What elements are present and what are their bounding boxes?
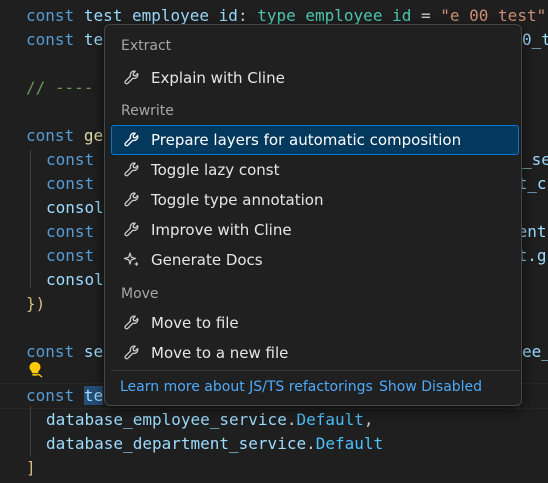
identifier: te [83, 386, 104, 405]
identifier: consol [46, 270, 104, 289]
indent-guide [30, 406, 31, 456]
menu-item-label: Move to a new file [151, 344, 289, 362]
identifier: ge [83, 126, 104, 145]
operator: = [411, 6, 441, 25]
punct: . [306, 434, 316, 453]
code-line-8: const [46, 172, 94, 196]
code-line-6: const ge [26, 124, 103, 148]
menu-item-prepare-layers[interactable]: Prepare layers for automatic composition [111, 125, 519, 155]
learn-more-link[interactable]: Learn more about JS/TS refactorings [120, 379, 373, 395]
group-label-extract: Extract [121, 38, 172, 54]
identifier: consol [46, 198, 104, 217]
code-line-9: consol [46, 196, 104, 220]
keyword: const [26, 342, 75, 361]
group-label-rewrite: Rewrite [121, 103, 174, 119]
code-line-10: const [46, 220, 94, 244]
keyword: const [46, 222, 95, 241]
wrench-icon [121, 67, 143, 89]
menu-footer: Learn more about JS/TS refactorings Show… [105, 379, 521, 399]
property: Default [315, 434, 384, 453]
refactor-context-menu: Extract Explain with Cline Rewrite Prepa… [104, 24, 522, 406]
identifier: _ser [522, 150, 548, 169]
indent-guide [30, 150, 31, 288]
menu-item-label: Prepare layers for automatic composition [151, 131, 462, 149]
code-line-2: const te [26, 28, 103, 52]
identifier: database_department_service [46, 434, 307, 453]
code-line-20: ] [26, 456, 36, 480]
code-line-4: // ---- [26, 76, 93, 100]
identifier: database_employee_service [46, 410, 287, 429]
menu-item-toggle-lazy-const[interactable]: Toggle lazy const [111, 155, 519, 185]
menu-item-label: Toggle lazy const [151, 161, 280, 179]
wrench-icon [121, 342, 143, 364]
keyword: const [46, 150, 95, 169]
keyword: const [26, 126, 75, 145]
menu-item-explain-with-cline[interactable]: Explain with Cline [111, 63, 519, 93]
menu-item-toggle-type-annotation[interactable]: Toggle type annotation [111, 185, 519, 215]
keyword: const [26, 386, 75, 405]
code-line-7-tail: _ser [522, 148, 548, 172]
lightbulb-icon[interactable] [26, 360, 44, 378]
menu-item-move-to-file[interactable]: Move to file [111, 308, 519, 338]
property: Default [296, 410, 364, 429]
code-line-17: const te [26, 384, 104, 408]
identifier: se [83, 342, 104, 361]
brace: }) [26, 294, 46, 313]
menu-item-generate-docs[interactable]: Generate Docs [111, 245, 519, 275]
menu-item-move-to-new-file[interactable]: Move to a new file [111, 338, 519, 368]
code-line-7: const [46, 148, 94, 172]
code-line-13: }) [26, 292, 45, 316]
string-literal: "e_00_test" [440, 6, 547, 25]
wrench-icon [121, 129, 143, 151]
wrench-icon [121, 312, 143, 334]
identifier: ee_s [522, 342, 548, 361]
menu-item-label: Toggle type annotation [151, 191, 324, 209]
code-line-11: const [46, 244, 94, 268]
code-line-12: consol [46, 268, 104, 292]
menu-item-label: Explain with Cline [151, 69, 285, 87]
menu-item-label: Move to file [151, 314, 239, 332]
comment: // ---- [26, 78, 94, 97]
type-name: type_employee_id [257, 6, 412, 25]
punct: , [363, 410, 374, 429]
menu-item-label: Generate Docs [151, 251, 263, 269]
code-line-2-tail: 0_te [522, 28, 548, 52]
code-line-18: database_employee_service.Default, [46, 408, 374, 432]
keyword: const [46, 174, 95, 193]
menu-separator [111, 370, 519, 371]
keyword: const [26, 30, 75, 49]
identifier: te [83, 30, 104, 49]
show-disabled-link[interactable]: Show Disabled [379, 379, 482, 395]
menu-item-improve-with-cline[interactable]: Improve with Cline [111, 215, 519, 245]
bracket: ] [26, 458, 36, 477]
menu-item-label: Improve with Cline [151, 221, 292, 239]
punct: : [237, 6, 248, 25]
code-line-15-tail: ee_s [522, 340, 548, 364]
wrench-icon [121, 189, 143, 211]
keyword: const [26, 6, 75, 25]
code-line-19: database_department_service.Default [46, 432, 383, 456]
keyword: const [46, 246, 95, 265]
wrench-icon [121, 159, 143, 181]
identifier: test_employee_id [83, 6, 238, 25]
wrench-icon [121, 219, 143, 241]
group-label-move: Move [121, 286, 159, 302]
sparkle-icon [121, 249, 143, 271]
identifier: 0_te [522, 30, 548, 49]
